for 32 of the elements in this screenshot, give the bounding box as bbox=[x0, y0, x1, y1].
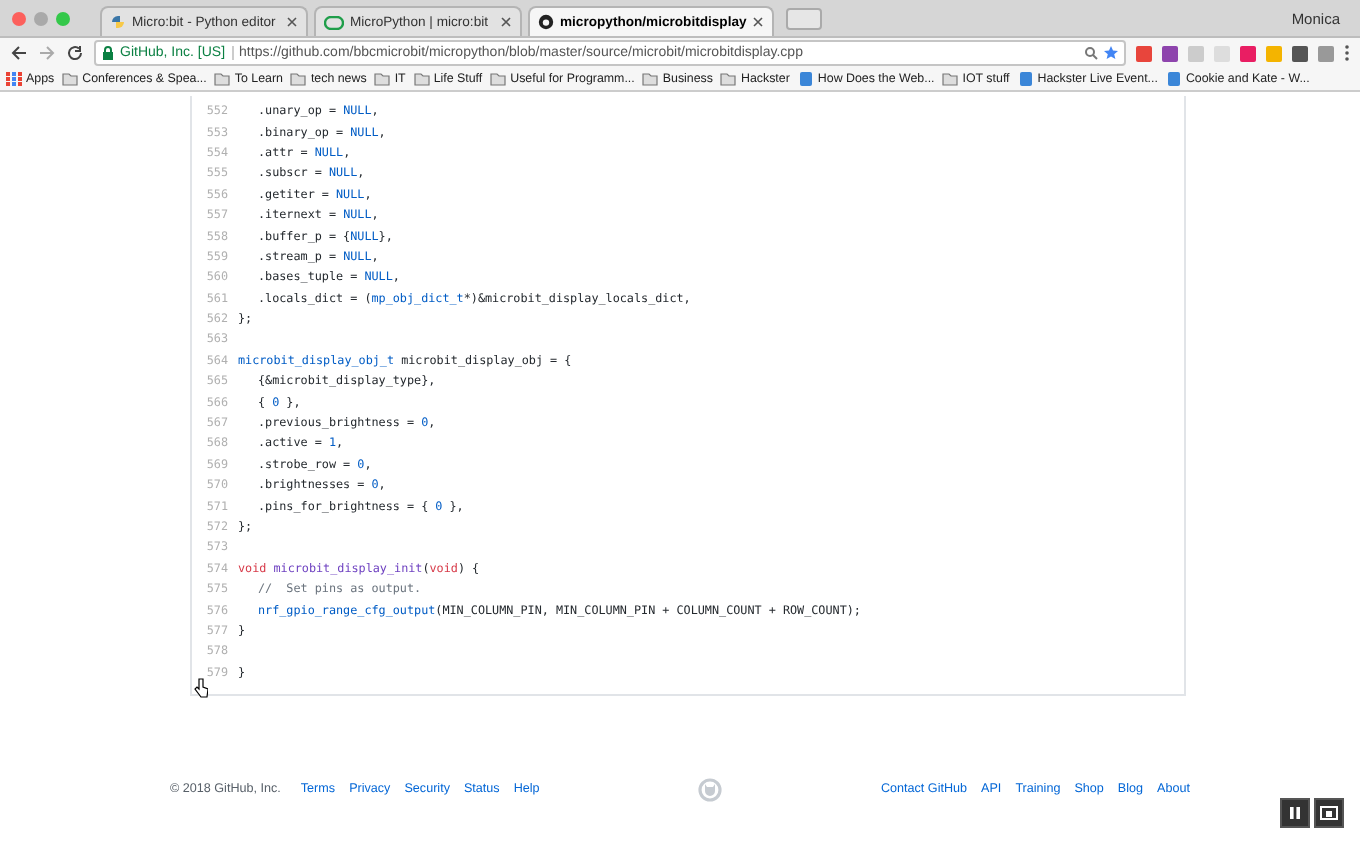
site-icon bbox=[1017, 72, 1034, 86]
back-icon[interactable] bbox=[10, 44, 28, 62]
pause-button[interactable] bbox=[1280, 798, 1310, 828]
site-icon bbox=[1165, 72, 1182, 86]
lock-icon bbox=[102, 46, 114, 60]
forward-icon[interactable] bbox=[38, 44, 56, 62]
reload-icon[interactable] bbox=[66, 44, 84, 62]
apps-icon bbox=[6, 72, 22, 86]
menu-icon[interactable] bbox=[1344, 44, 1350, 62]
folder-icon bbox=[374, 72, 391, 86]
close-icon[interactable] bbox=[286, 16, 298, 28]
hand-cursor-icon bbox=[194, 678, 208, 698]
star-icon[interactable] bbox=[1104, 46, 1118, 60]
close-icon[interactable] bbox=[500, 16, 512, 28]
close-window-button[interactable] bbox=[12, 11, 26, 25]
folder-icon bbox=[942, 72, 959, 86]
folder-icon bbox=[214, 72, 231, 86]
folder-icon bbox=[720, 72, 737, 86]
pause-icon bbox=[1288, 806, 1302, 820]
folder-icon bbox=[413, 72, 430, 86]
site-icon bbox=[797, 72, 814, 86]
zoom-icon[interactable] bbox=[1084, 46, 1098, 60]
folder-icon bbox=[62, 72, 79, 86]
github-icon bbox=[538, 14, 554, 30]
picture-in-picture-icon bbox=[1320, 806, 1338, 820]
folder-icon bbox=[290, 72, 307, 86]
folder-icon bbox=[490, 72, 507, 86]
close-icon[interactable] bbox=[752, 16, 765, 28]
picture-in-picture-button[interactable] bbox=[1314, 798, 1344, 828]
folder-icon bbox=[642, 72, 659, 86]
microbit-icon bbox=[324, 15, 344, 29]
python-icon bbox=[110, 14, 126, 30]
